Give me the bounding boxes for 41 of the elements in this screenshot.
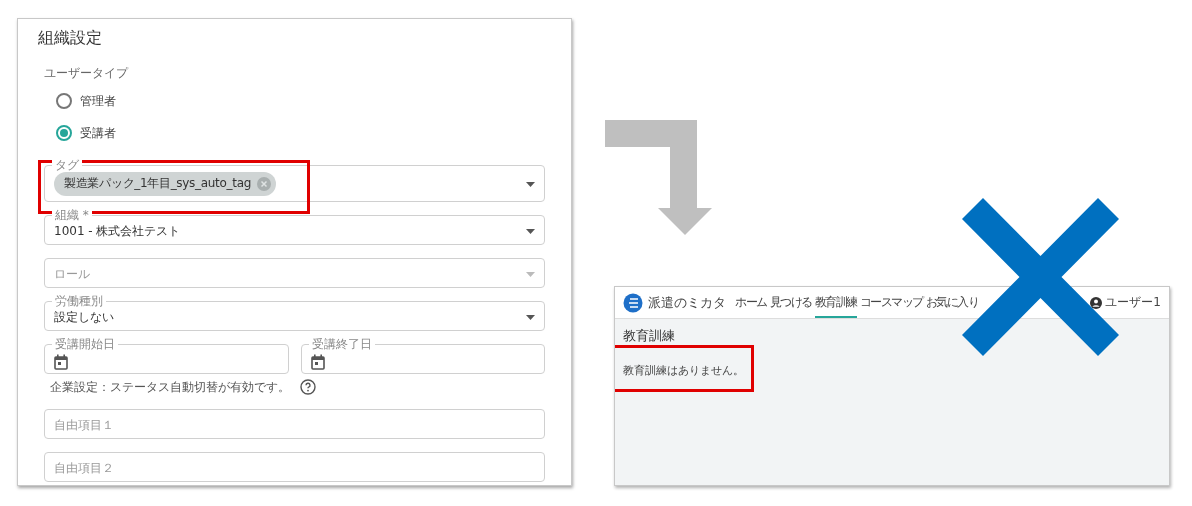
radio-button[interactable] (56, 125, 72, 141)
field-label: 受講終了日 (308, 337, 375, 351)
user-name[interactable]: ユーザー1 (1105, 294, 1161, 311)
tag-select[interactable]: タグ 製造業パック_1年目_sys_auto_tag (44, 158, 545, 202)
radio-button[interactable] (56, 93, 72, 109)
field-label: 組織 * (52, 208, 92, 222)
radio-label: 受講者 (80, 124, 116, 142)
date-field[interactable]: 受講開始日 (44, 337, 289, 374)
nav-link[interactable]: コースマップ (859, 287, 923, 318)
organization-select[interactable]: 組織 * 1001 - 株式会社テスト (44, 208, 545, 245)
field-value: 1001 - 株式会社テスト (54, 222, 181, 240)
caret-icon (526, 271, 535, 277)
bent-arrow-icon (605, 120, 713, 236)
labor-type-select[interactable]: 労働種別 設定しない (44, 294, 545, 331)
logo-text: 派遣のミカタ (648, 293, 726, 312)
caret-icon (526, 314, 535, 320)
panel-title: 組織設定 (38, 27, 103, 49)
logo-icon (623, 292, 643, 313)
user-icon[interactable] (1090, 296, 1103, 309)
help-icon[interactable] (300, 379, 316, 395)
radio-label: 管理者 (80, 92, 116, 110)
calendar-icon (310, 354, 325, 370)
field-label: タグ (52, 158, 82, 172)
field-placeholder: 自由項目２ (54, 459, 114, 477)
nav-link[interactable]: ホーム (735, 287, 767, 318)
caret-icon (526, 182, 535, 187)
nav-link[interactable]: 見つける (769, 287, 812, 318)
field-placeholder: ロール (54, 265, 90, 283)
page-title: 教育訓練 (623, 327, 676, 345)
field-label: 労働種別 (52, 294, 106, 308)
tag-chip[interactable]: 製造業パック_1年目_sys_auto_tag (54, 171, 277, 196)
field-placeholder: 自由項目１ (54, 416, 114, 434)
nav-link[interactable]: お気に入り (925, 287, 978, 318)
field-label: 受講開始日 (52, 337, 118, 351)
empty-message: 教育訓練はありません。 (623, 364, 744, 377)
date-field[interactable]: 受講終了日 (300, 337, 545, 374)
field-value: 設定しない (54, 308, 114, 326)
user-type-label: ユーザータイプ (44, 65, 130, 82)
calendar-icon (54, 354, 68, 370)
note-text: 企業設定：ステータス自動切替が有効です。 (50, 378, 290, 396)
caret-icon (526, 228, 535, 234)
